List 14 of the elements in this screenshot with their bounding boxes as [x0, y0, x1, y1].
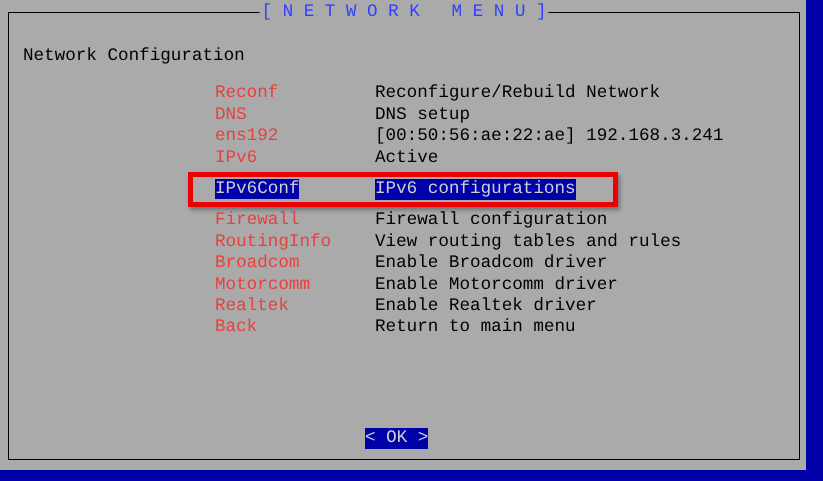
menu-description[interactable]: Enable Motorcomm driver	[375, 274, 618, 296]
prompt-text: Network Configuration	[23, 46, 245, 68]
menu-description[interactable]: Enable Realtek driver	[375, 296, 597, 318]
menu-description[interactable]: DNS setup	[375, 104, 470, 126]
menu-description[interactable]: Active	[375, 148, 438, 170]
menu-description[interactable]: Reconfigure/Rebuild Network	[375, 83, 660, 105]
menu-tag[interactable]: IPv6Conf	[215, 179, 300, 200]
menu-description[interactable]: Return to main menu	[375, 317, 576, 339]
menu-description[interactable]: View routing tables and rules	[375, 232, 682, 254]
menu-description[interactable]: Firewall configuration	[375, 210, 608, 232]
menu-description[interactable]: [00:50:56:ae:22:ae] 192.168.3.241	[375, 126, 724, 148]
ok-button[interactable]: < OK >	[365, 428, 428, 449]
menu-description[interactable]: Enable Broadcom driver	[375, 253, 608, 275]
menu-description[interactable]: IPv6 configurations	[375, 179, 576, 200]
